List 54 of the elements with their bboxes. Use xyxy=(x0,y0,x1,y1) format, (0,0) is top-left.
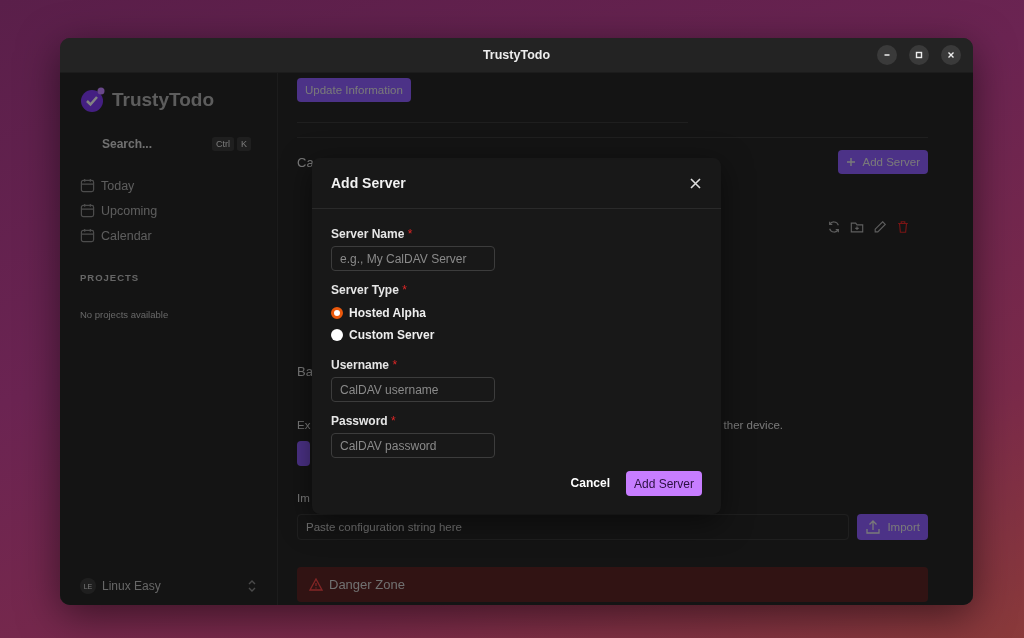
add-server-submit-button[interactable]: Add Server xyxy=(625,470,702,496)
danger-zone-heading: Danger Zone xyxy=(329,577,405,592)
cancel-button[interactable]: Cancel xyxy=(564,470,616,496)
description-text: Ex xyxy=(297,419,311,431)
section-heading: Ba xyxy=(297,364,313,379)
close-icon xyxy=(946,50,956,60)
nav-item[interactable]: Today xyxy=(80,173,257,198)
description-text: ther device. xyxy=(723,419,783,431)
dialog-title: Add Server xyxy=(331,175,406,191)
shortcut-key: Ctrl xyxy=(212,137,234,151)
empty-projects-text: No projects available xyxy=(80,309,169,320)
import-label: Im xyxy=(297,492,310,504)
projects-heading: PROJECTS xyxy=(80,272,140,283)
calendar-icon xyxy=(80,228,95,243)
configuration-input-field[interactable]: Paste configuration string here xyxy=(297,514,850,540)
import-button[interactable]: Import xyxy=(857,514,928,540)
field-label: Server Name * xyxy=(331,227,414,241)
calendar-icon xyxy=(80,203,95,218)
update-information-button[interactable]: Update Information xyxy=(297,78,411,102)
nav-item[interactable]: Upcoming xyxy=(80,198,257,223)
close-button[interactable] xyxy=(688,175,703,191)
text-field[interactable]: e.g., My CalDAV Server xyxy=(331,246,495,271)
calendar-icon xyxy=(80,178,95,193)
radio-button[interactable] xyxy=(331,329,343,341)
search-placeholder: Search... xyxy=(102,137,153,151)
upload-icon xyxy=(865,519,882,535)
maximize-button[interactable] xyxy=(909,45,929,65)
field-label: Password * xyxy=(331,414,397,428)
refresh-icon[interactable] xyxy=(827,220,841,234)
shortcut-key: K xyxy=(237,137,251,151)
section-heading: Ca xyxy=(297,154,314,170)
radio-option[interactable]: Custom Server xyxy=(331,324,435,346)
warning-icon xyxy=(309,578,323,591)
pencil-icon[interactable] xyxy=(873,220,887,234)
maximize-icon xyxy=(914,50,924,60)
search-field[interactable]: Search... Ctrl K xyxy=(80,133,257,155)
password-field[interactable]: CalDAV password xyxy=(331,433,495,458)
field-label: Username * xyxy=(331,358,399,372)
window-title: TrustyTodo xyxy=(482,48,551,62)
radio-option[interactable]: Hosted Alpha xyxy=(331,302,426,324)
add-server-button[interactable]: Add Server xyxy=(838,150,928,174)
plus-icon xyxy=(846,157,857,167)
text-field[interactable]: CalDAV username xyxy=(331,377,495,402)
app-logo-text: TrustyTodo xyxy=(112,89,215,111)
radio-button[interactable] xyxy=(331,307,343,319)
folder-plus-icon[interactable] xyxy=(850,220,864,234)
chevron-up-down-icon xyxy=(247,579,257,593)
logo-icon xyxy=(80,87,106,113)
field-label: Server Type * xyxy=(331,283,408,297)
close-button[interactable] xyxy=(941,45,961,65)
user-name: Linux Easy xyxy=(102,579,162,593)
nav-item[interactable]: Calendar xyxy=(80,223,257,248)
close-icon xyxy=(690,177,701,189)
minimize-button[interactable] xyxy=(877,45,897,65)
